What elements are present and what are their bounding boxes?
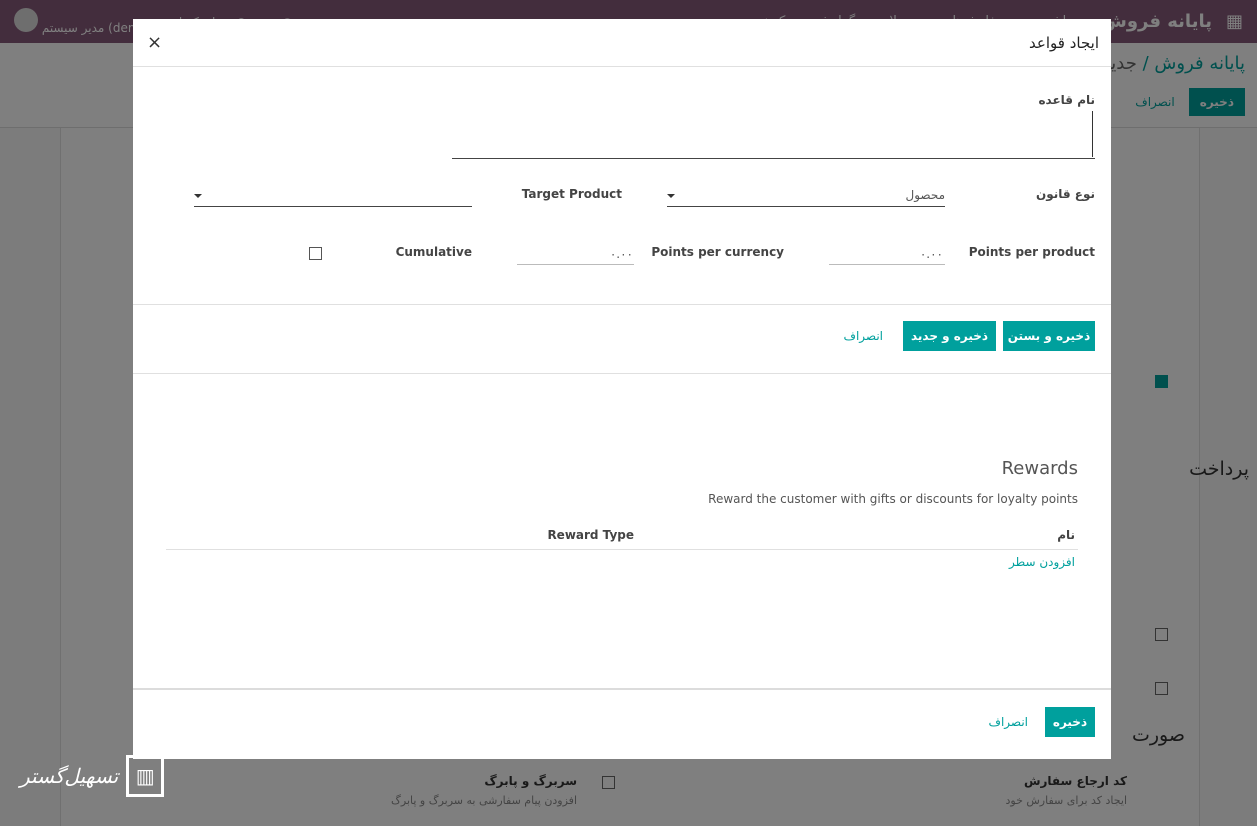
save-new-button[interactable]: ذخیره و جدید xyxy=(903,321,996,351)
rewards-title: Rewards xyxy=(1001,458,1078,479)
target-product-label: Target Product xyxy=(521,187,622,201)
footer-save-button[interactable]: ذخیره xyxy=(1045,707,1095,737)
watermark-logo-icon: ▥ xyxy=(126,755,165,797)
watermark-text: تسهیل‌گستر xyxy=(20,764,119,788)
rule-name-label: نام قاعده xyxy=(1038,93,1095,107)
add-line-link[interactable]: افزودن سطر xyxy=(1009,555,1075,569)
cumulative-label: Cumulative xyxy=(395,245,472,259)
footer-cancel-button[interactable]: انصراف xyxy=(979,707,1038,737)
table-header-divider xyxy=(166,549,1078,550)
create-rule-dialog: ایجاد قواعد × نام قاعده نوع قانون محصول … xyxy=(133,19,1111,759)
chevron-down-icon xyxy=(194,194,202,198)
rewards-description: Reward the customer with gifts or discou… xyxy=(708,492,1078,506)
close-icon[interactable]: × xyxy=(147,32,162,53)
modal-title: ایجاد قواعد xyxy=(1029,33,1099,52)
rule-type-value: محصول xyxy=(905,188,946,202)
points-per-currency-input[interactable] xyxy=(517,264,634,265)
rule-type-label: نوع قانون xyxy=(1035,187,1095,201)
target-product-input[interactable] xyxy=(194,206,472,207)
points-per-product-value: ۰.۰۰ xyxy=(919,247,943,261)
column-header-reward-type[interactable]: Reward Type xyxy=(547,528,634,542)
points-per-currency-value: ۰.۰۰ xyxy=(609,247,633,261)
cumulative-checkbox[interactable] xyxy=(309,247,322,260)
modal-header: ایجاد قواعد × xyxy=(133,19,1111,67)
points-per-currency-label: Points per currency xyxy=(651,245,784,259)
chevron-down-icon xyxy=(667,194,675,198)
text-cursor xyxy=(1092,111,1093,157)
divider xyxy=(133,373,1111,374)
save-close-button[interactable]: ذخیره و بستن xyxy=(1003,321,1095,351)
rule-name-input[interactable] xyxy=(452,158,1095,159)
rule-type-select[interactable] xyxy=(667,206,945,207)
points-per-product-label: Points per product xyxy=(968,245,1095,259)
divider xyxy=(133,304,1111,305)
watermark: ▥ تسهیل‌گستر xyxy=(20,755,165,797)
divider xyxy=(133,688,1111,690)
column-header-name[interactable]: نام xyxy=(1057,528,1075,542)
cancel-button[interactable]: انصراف xyxy=(834,321,893,351)
points-per-product-input[interactable] xyxy=(829,264,945,265)
